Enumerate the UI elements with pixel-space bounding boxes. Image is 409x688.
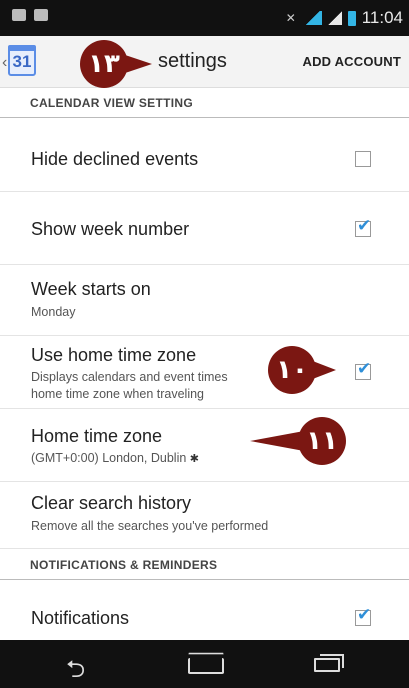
setting-notifications[interactable]: Notifications [0, 582, 409, 640]
hide-declined-checkbox[interactable] [355, 151, 371, 167]
show-week-number-checkbox[interactable] [355, 216, 371, 237]
notifications-checkbox[interactable] [355, 605, 371, 626]
callout-10: ١٠ [268, 346, 336, 394]
section-header-label: CALENDAR VIEW SETTING [30, 96, 193, 110]
gamepad-icon [34, 9, 48, 21]
signal-icon [327, 11, 342, 25]
message-icon [12, 9, 26, 21]
recents-icon[interactable] [314, 654, 344, 672]
callout-pointer [122, 54, 152, 74]
wifi-icon [305, 11, 322, 25]
row-title: Home time zone [31, 426, 163, 446]
up-caret-icon[interactable]: ‹ [2, 54, 7, 72]
time-zone-value: (GMT+0:00) London, Dublin [31, 451, 187, 465]
section-header-label: NOTIFICATIONS & REMINDERS [30, 558, 218, 572]
add-account-button[interactable]: ADD ACCOUNT [303, 54, 402, 69]
section-header-calendar-view: CALENDAR VIEW SETTING [0, 88, 409, 118]
setting-clear-search-history[interactable]: Clear search history Remove all the sear… [0, 483, 409, 549]
row-title: Show week number [31, 219, 190, 239]
callout-13: ١٣ [80, 40, 152, 88]
section-header-notifications: NOTIFICATIONS & REMINDERS [0, 550, 409, 580]
row-subtitle: Monday [31, 305, 76, 319]
row-title: Use home time zone [31, 345, 197, 365]
star-marker: ✱ [189, 453, 199, 465]
row-title: Clear search history [31, 493, 192, 513]
setting-home-time-zone[interactable]: Home time zone (GMT+0:00) London, Dublin… [0, 410, 409, 482]
back-icon[interactable]: ⮌ [66, 652, 85, 688]
calendar-app-icon[interactable]: 31 [8, 45, 36, 76]
callout-pointer [310, 360, 336, 380]
row-title: Week starts on [31, 279, 151, 299]
setting-hide-declined-events[interactable]: Hide declined events [0, 120, 409, 192]
navigation-bar: ⮌ [0, 640, 409, 688]
action-bar: ‹ 31 settings ADD ACCOUNT [0, 36, 409, 88]
use-home-time-zone-checkbox[interactable] [355, 359, 371, 380]
row-subtitle-line2: home time zone when traveling [31, 387, 205, 401]
setting-show-week-number[interactable]: Show week number [0, 193, 409, 265]
status-bar: ✕ 11:04 [0, 0, 409, 36]
home-icon[interactable] [188, 658, 224, 674]
page-title: settings [158, 50, 227, 72]
battery-icon [347, 10, 356, 26]
status-time: 11:04 [361, 8, 403, 27]
notification-icons [12, 9, 48, 21]
callout-pointer [250, 431, 304, 451]
setting-use-home-time-zone[interactable]: Use home time zone Displays calendars an… [0, 337, 409, 409]
callout-badge: ١٣ [80, 40, 128, 88]
row-title: Hide declined events [31, 149, 199, 169]
row-subtitle: (GMT+0:00) London, Dublin ✱ [31, 450, 199, 468]
callout-11: ١١ [250, 417, 346, 465]
row-title: Notifications [31, 608, 130, 628]
row-subtitle-line1: Displays calendars and event times [31, 370, 228, 384]
row-subtitle: Remove all the searches you've performed [31, 519, 269, 533]
vibrate-icon: ✕ [285, 11, 296, 25]
callout-badge: ١١ [298, 417, 346, 465]
callout-badge: ١٠ [268, 346, 316, 394]
setting-week-starts-on[interactable]: Week starts on Monday [0, 266, 409, 336]
